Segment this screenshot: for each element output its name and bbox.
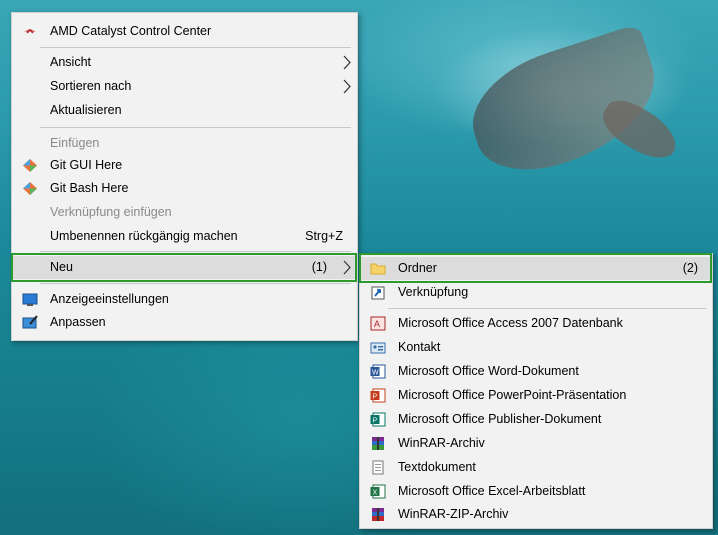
menu-item-git-bash[interactable]: Git Bash Here bbox=[12, 177, 357, 200]
submenu-item-access[interactable]: A Microsoft Office Access 2007 Datenbank bbox=[360, 312, 712, 335]
submenu-item-winrar[interactable]: WinRAR-Archiv bbox=[360, 432, 712, 455]
menu-item-label: Anzeigeeinstellungen bbox=[50, 292, 169, 306]
menu-separator bbox=[40, 47, 351, 48]
submenu-item-winrar-zip[interactable]: WinRAR-ZIP-Archiv bbox=[360, 503, 712, 526]
menu-item-anzeigeeinstellungen[interactable]: Anzeigeeinstellungen bbox=[12, 288, 357, 311]
highlight-frame-neu bbox=[11, 253, 357, 282]
menu-item-label: Ansicht bbox=[50, 55, 91, 69]
submenu-item-label: Kontakt bbox=[398, 340, 441, 354]
menu-item-label: Aktualisieren bbox=[50, 103, 122, 117]
git-icon bbox=[22, 158, 38, 173]
menu-separator bbox=[40, 251, 351, 252]
svg-text:P: P bbox=[373, 418, 378, 425]
menu-item-anpassen[interactable]: Anpassen bbox=[12, 311, 357, 334]
submenu-item-textdokument[interactable]: Textdokument bbox=[360, 456, 712, 479]
personalize-icon bbox=[22, 315, 38, 330]
powerpoint-icon: P bbox=[370, 388, 386, 403]
menu-item-label: Sortieren nach bbox=[50, 79, 132, 93]
submenu-item-verknuepfung[interactable]: Verknüpfung bbox=[360, 281, 712, 304]
menu-item-umbenennen-rueckgaengig[interactable]: Umbenennen rückgängig machen Strg+Z bbox=[12, 225, 357, 248]
menu-separator bbox=[388, 308, 706, 309]
amd-icon bbox=[22, 24, 38, 39]
menu-item-amd-catalyst[interactable]: AMD Catalyst Control Center bbox=[12, 20, 357, 43]
mermaid-fin bbox=[457, 23, 673, 187]
menu-item-aktualisieren[interactable]: Aktualisieren bbox=[12, 99, 357, 122]
new-submenu: Ordner (2) Verknüpfung A Microsoft Offic… bbox=[359, 253, 713, 529]
submenu-item-kontakt[interactable]: Kontakt bbox=[360, 336, 712, 359]
publisher-icon: P bbox=[370, 412, 386, 427]
highlight-frame-ordner bbox=[359, 253, 712, 283]
desktop-context-menu: AMD Catalyst Control Center Ansicht Sort… bbox=[11, 12, 358, 341]
submenu-item-label: Microsoft Office Excel-Arbeitsblatt bbox=[398, 484, 586, 498]
submenu-item-excel[interactable]: X Microsoft Office Excel-Arbeitsblatt bbox=[360, 480, 712, 503]
menu-item-label: Git Bash Here bbox=[50, 181, 129, 195]
submenu-item-publisher[interactable]: P Microsoft Office Publisher-Dokument bbox=[360, 408, 712, 431]
shortcut-icon bbox=[370, 285, 386, 300]
menu-item-label: AMD Catalyst Control Center bbox=[50, 24, 212, 38]
menu-item-label: Umbenennen rückgängig machen bbox=[50, 229, 238, 243]
chevron-right-icon bbox=[343, 75, 351, 98]
menu-item-einfuegen[interactable]: Einfügen bbox=[12, 132, 357, 155]
menu-separator bbox=[40, 283, 351, 284]
shortcut-label: Strg+Z bbox=[305, 229, 343, 243]
svg-text:W: W bbox=[372, 370, 379, 377]
submenu-item-word[interactable]: W Microsoft Office Word-Dokument bbox=[360, 360, 712, 383]
svg-text:A: A bbox=[374, 319, 380, 329]
contact-icon bbox=[370, 340, 386, 355]
text-document-icon bbox=[370, 460, 386, 475]
svg-text:P: P bbox=[373, 394, 378, 401]
submenu-item-label: Microsoft Office Access 2007 Datenbank bbox=[398, 316, 623, 330]
submenu-item-label: Verknüpfung bbox=[398, 285, 469, 299]
chevron-right-icon bbox=[343, 51, 351, 74]
submenu-item-powerpoint[interactable]: P Microsoft Office PowerPoint-Präsentati… bbox=[360, 384, 712, 407]
menu-item-git-gui[interactable]: Git GUI Here bbox=[12, 154, 357, 177]
menu-item-label: Verknüpfung einfügen bbox=[50, 205, 172, 219]
menu-item-verknuepfung-einfuegen[interactable]: Verknüpfung einfügen bbox=[12, 201, 357, 224]
submenu-item-label: Microsoft Office Publisher-Dokument bbox=[398, 412, 602, 426]
submenu-item-label: Microsoft Office PowerPoint-Präsentation bbox=[398, 388, 627, 402]
winrar-zip-icon bbox=[370, 507, 386, 522]
menu-item-sortieren[interactable]: Sortieren nach bbox=[12, 75, 357, 98]
access-icon: A bbox=[370, 316, 386, 331]
submenu-item-label: WinRAR-ZIP-Archiv bbox=[398, 507, 509, 521]
svg-text:X: X bbox=[373, 490, 378, 497]
submenu-item-label: Microsoft Office Word-Dokument bbox=[398, 364, 579, 378]
word-icon: W bbox=[370, 364, 386, 379]
menu-separator bbox=[40, 127, 351, 128]
submenu-item-label: Textdokument bbox=[398, 460, 476, 474]
submenu-item-label: WinRAR-Archiv bbox=[398, 436, 485, 450]
menu-item-label: Einfügen bbox=[50, 136, 100, 150]
excel-icon: X bbox=[370, 484, 386, 499]
display-icon bbox=[22, 292, 38, 307]
menu-item-label: Anpassen bbox=[50, 315, 106, 329]
winrar-icon bbox=[370, 436, 386, 451]
git-icon bbox=[22, 181, 38, 196]
menu-item-ansicht[interactable]: Ansicht bbox=[12, 51, 357, 74]
menu-item-label: Git GUI Here bbox=[50, 158, 123, 172]
